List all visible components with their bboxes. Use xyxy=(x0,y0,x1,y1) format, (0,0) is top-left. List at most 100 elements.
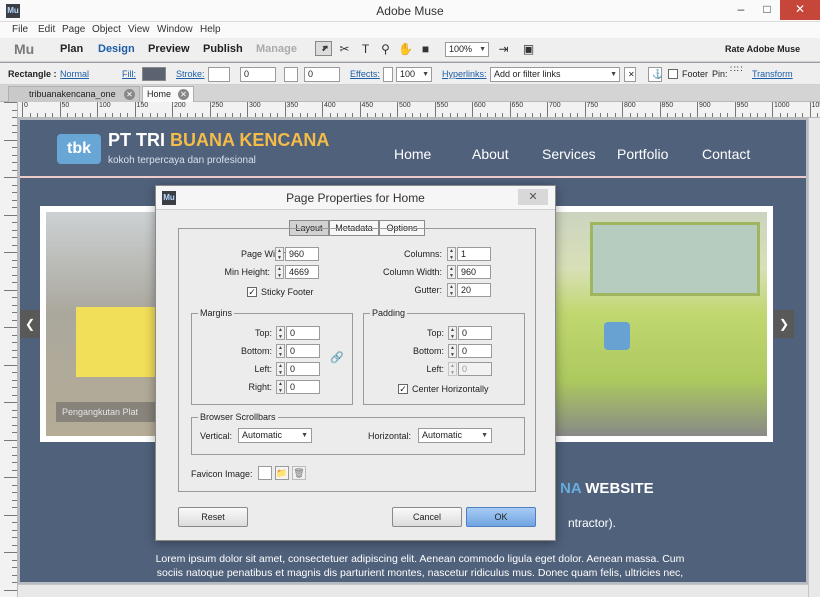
menu-page[interactable]: Page xyxy=(62,24,85,35)
zoom-tool-icon[interactable]: ⚲ xyxy=(377,41,394,58)
hand-tool-icon[interactable]: ✋ xyxy=(397,41,414,58)
stroke-label[interactable]: Stroke: xyxy=(176,69,205,79)
sticky-footer-checkbox[interactable]: ✓ xyxy=(247,287,257,297)
spinner-icon[interactable]: ▲ ▼ xyxy=(276,362,285,376)
spinner-icon[interactable]: ▲ ▼ xyxy=(448,344,457,358)
zoom-select[interactable]: 100% xyxy=(445,42,489,57)
tab-home[interactable]: Home ✕ xyxy=(142,86,194,102)
effects-label[interactable]: Effects: xyxy=(350,69,380,79)
ruler-tick xyxy=(547,102,548,117)
ruler-tick xyxy=(59,102,61,117)
mode-preview[interactable]: Preview xyxy=(148,43,190,55)
rectangle-tool-icon[interactable]: ■ xyxy=(417,41,434,58)
margins-group: Margins Top: ▲ ▼ 0 Bottom: ▲ ▼ 0 Left: ▲ ▼ … xyxy=(191,308,353,405)
column-width-field[interactable]: 960 xyxy=(457,265,491,279)
vertical-scrollbar[interactable] xyxy=(808,118,820,597)
cancel-button[interactable]: Cancel xyxy=(392,507,462,527)
vertical-scroll-label: Vertical: xyxy=(200,431,233,441)
opacity-icon[interactable] xyxy=(383,67,393,82)
opacity-field[interactable]: 100 xyxy=(396,67,432,82)
tab-tribuanakencana-one[interactable]: tribuanakencana_one ✕ xyxy=(8,86,140,102)
close-window-icon[interactable]: ✕ xyxy=(780,0,820,20)
ruler-tick xyxy=(622,102,623,117)
stroke-width-field[interactable]: 0 xyxy=(240,67,276,82)
ruler-label: 100 xyxy=(99,102,111,109)
link-values-icon[interactable]: 🔗 xyxy=(330,351,344,364)
mode-design[interactable]: Design xyxy=(98,43,135,55)
menu-file[interactable]: File xyxy=(12,24,28,35)
horizontal-scrollbar[interactable] xyxy=(18,584,808,597)
ruler-label: 750 xyxy=(586,102,599,109)
margin-top-field[interactable]: 0 xyxy=(286,326,320,340)
rate-muse-link[interactable]: Rate Adobe Muse xyxy=(725,44,800,54)
padding-left-label: Left: xyxy=(426,364,444,374)
view-options-icon[interactable]: ▣ xyxy=(520,41,537,58)
spinner-icon[interactable]: ▲ ▼ xyxy=(448,326,457,340)
pin-grid-icon[interactable]: ∷∷ xyxy=(730,65,744,81)
minimize-icon[interactable]: – xyxy=(728,0,754,20)
center-horizontally-checkbox[interactable]: ✓ xyxy=(398,384,408,394)
padding-left-field[interactable]: 0 xyxy=(458,362,492,376)
menu-edit[interactable]: Edit xyxy=(38,24,55,35)
ruler-tick xyxy=(584,102,586,117)
spinner-icon[interactable]: ▲ ▼ xyxy=(275,265,284,279)
spinner-icon[interactable]: ▲ ▼ xyxy=(276,344,285,358)
horizontal-scroll-select[interactable]: Automatic xyxy=(418,428,492,443)
hyperlink-input[interactable]: Add or filter links xyxy=(490,67,620,82)
gutter-field[interactable]: 20 xyxy=(457,283,491,297)
spinner-icon[interactable]: ▲ ▼ xyxy=(448,362,457,376)
spinner-icon[interactable]: ▲ ▼ xyxy=(275,247,284,261)
padding-bottom-field[interactable]: 0 xyxy=(458,344,492,358)
columns-field[interactable]: 1 xyxy=(457,247,491,261)
close-tab-icon[interactable]: ✕ xyxy=(124,89,135,100)
clear-link-icon[interactable]: ✕ xyxy=(624,67,636,82)
spinner-icon[interactable]: ▲ ▼ xyxy=(276,380,285,394)
ruler-tick xyxy=(434,102,436,117)
hyperlinks-label[interactable]: Hyperlinks: xyxy=(442,69,487,79)
mode-manage[interactable]: Manage xyxy=(256,43,297,55)
selection-tool-icon[interactable]: ⬈ xyxy=(315,41,332,56)
maximize-icon[interactable]: □ xyxy=(754,0,780,20)
ruler-label: 950 xyxy=(736,102,749,109)
min-height-field[interactable]: 4669 xyxy=(285,265,319,279)
fill-swatch[interactable] xyxy=(142,67,166,81)
padding-top-field[interactable]: 0 xyxy=(458,326,492,340)
ok-button[interactable]: OK xyxy=(466,507,536,527)
spinner-icon[interactable]: ▲ ▼ xyxy=(447,247,456,261)
vertical-scroll-select[interactable]: Automatic xyxy=(238,428,312,443)
menu-view[interactable]: View xyxy=(128,24,150,35)
fill-label[interactable]: Fill: xyxy=(122,69,136,79)
ruler-tick xyxy=(4,589,17,591)
anchor-icon[interactable]: ⚓ xyxy=(648,67,663,82)
footer-checkbox[interactable] xyxy=(668,69,678,79)
spinner-icon[interactable]: ▲ ▼ xyxy=(276,326,285,340)
margin-bottom-field[interactable]: 0 xyxy=(286,344,320,358)
margin-right-field[interactable]: 0 xyxy=(286,380,320,394)
mode-publish[interactable]: Publish xyxy=(203,43,243,55)
title-bar: Mu Adobe Muse – □ ✕ xyxy=(0,0,820,22)
ruler-label: 200 xyxy=(174,102,186,109)
page-width-field[interactable]: 960 xyxy=(285,247,319,261)
fit-page-icon[interactable]: ⇥ xyxy=(495,41,512,58)
folder-icon[interactable]: 📁 xyxy=(275,466,289,480)
menu-help[interactable]: Help xyxy=(200,24,221,35)
text-tool-icon[interactable]: T xyxy=(357,41,374,58)
transform-label[interactable]: Transform xyxy=(752,69,793,79)
corner-radius-field[interactable]: 0 xyxy=(304,67,340,82)
dialog-close-icon[interactable]: ✕ xyxy=(518,189,548,205)
menu-window[interactable]: Window xyxy=(157,24,193,35)
spinner-icon[interactable]: ▲ ▼ xyxy=(447,283,456,297)
corner-icon[interactable] xyxy=(284,67,298,82)
ruler-label: 1050 xyxy=(811,102,820,109)
ruler-label: 600 xyxy=(474,102,486,109)
trash-icon[interactable]: 🗑 xyxy=(292,466,306,480)
close-tab-icon[interactable]: ✕ xyxy=(178,89,189,100)
margin-left-field[interactable]: 0 xyxy=(286,362,320,376)
mode-plan[interactable]: Plan xyxy=(60,43,83,55)
stroke-swatch[interactable] xyxy=(208,67,230,82)
reset-button[interactable]: Reset xyxy=(178,507,248,527)
menu-object[interactable]: Object xyxy=(92,24,121,35)
style-select[interactable]: Normal xyxy=(60,69,89,79)
spinner-icon[interactable]: ▲ ▼ xyxy=(447,265,456,279)
crop-tool-icon[interactable]: ✂ xyxy=(336,41,353,58)
